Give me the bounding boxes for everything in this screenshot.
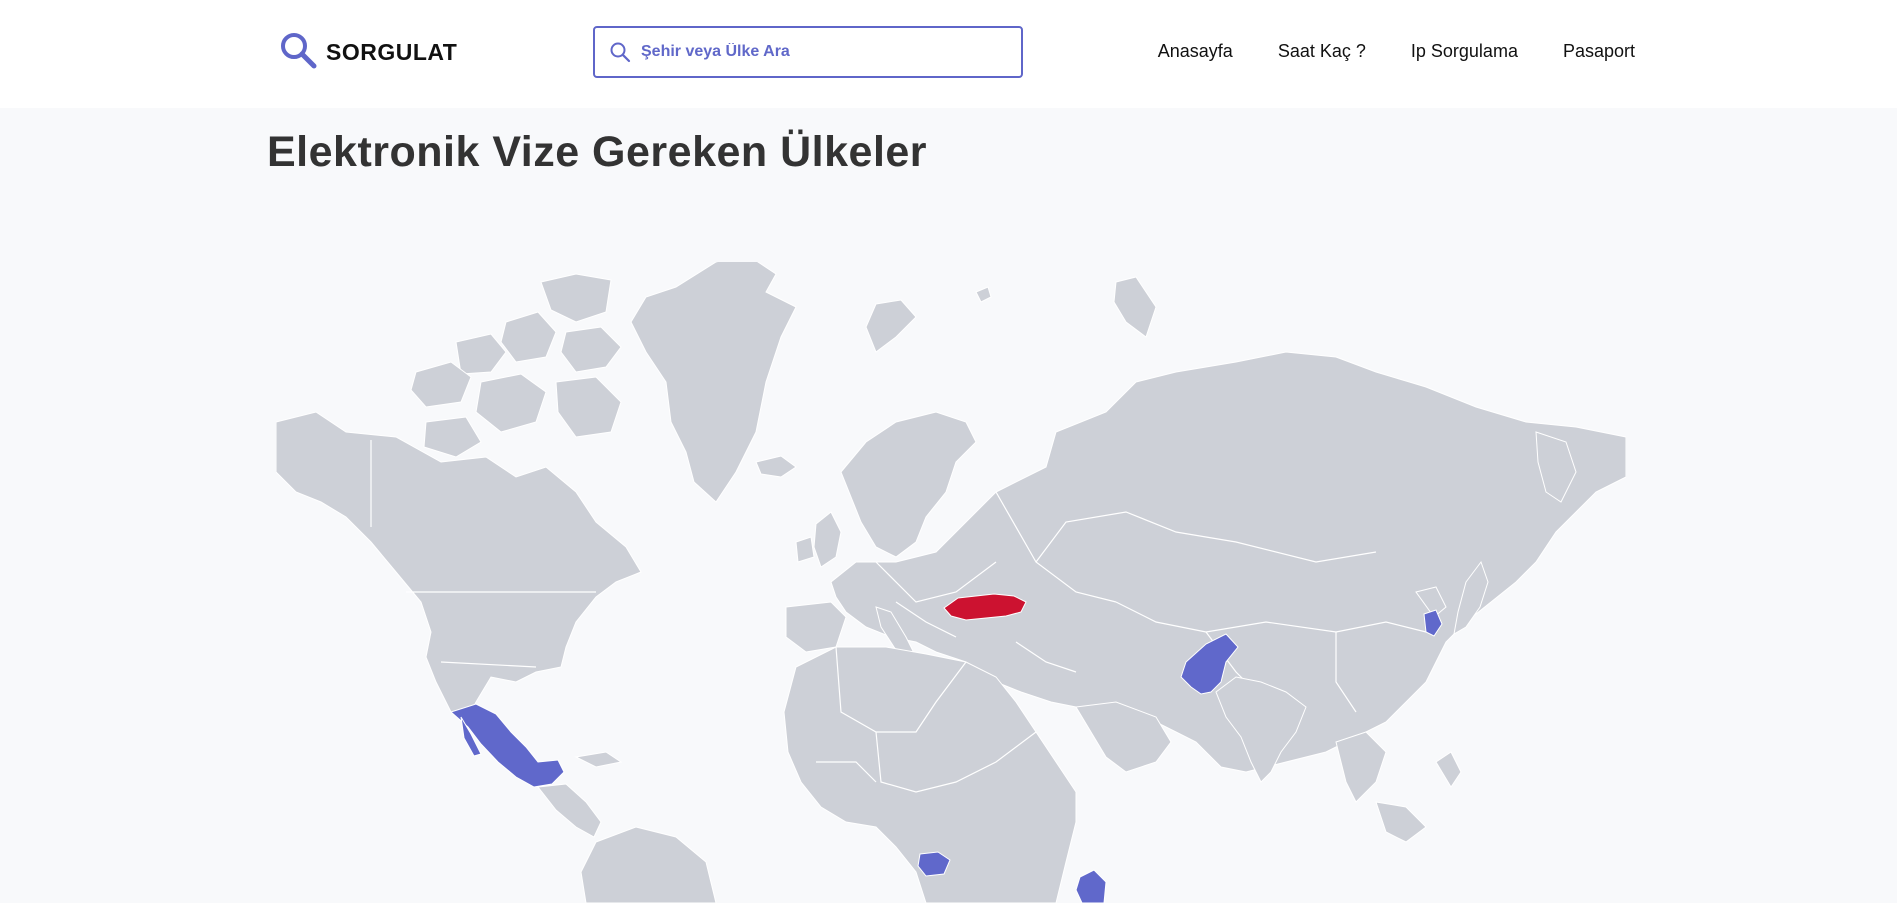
search-box[interactable] — [593, 26, 1023, 78]
search-input[interactable] — [639, 42, 1003, 62]
magnifier-logo-icon — [281, 33, 317, 69]
logo[interactable]: SORGULAT — [278, 32, 457, 72]
north-america[interactable] — [276, 411, 642, 723]
top-navigation-bar: SORGULAT Anasayfa Saat Kaç ? Ip Sorgulam… — [0, 0, 1897, 108]
nav-link-time[interactable]: Saat Kaç ? — [1278, 41, 1366, 62]
logo-text: SORGULAT — [326, 38, 458, 65]
nav-link-ip-lookup[interactable]: Ip Sorgulama — [1411, 41, 1518, 62]
search-icon — [610, 42, 631, 63]
page-title: Elektronik Vize Gereken Ülkeler — [267, 128, 928, 176]
main-nav: Anasayfa Saat Kaç ? Ip Sorgulama Pasapor… — [1158, 41, 1635, 62]
world-map[interactable] — [276, 262, 1626, 903]
kenya[interactable] — [1075, 869, 1107, 903]
nav-link-passport[interactable]: Pasaport — [1563, 41, 1635, 62]
nav-link-home[interactable]: Anasayfa — [1158, 41, 1233, 62]
south-america[interactable] — [580, 826, 717, 903]
